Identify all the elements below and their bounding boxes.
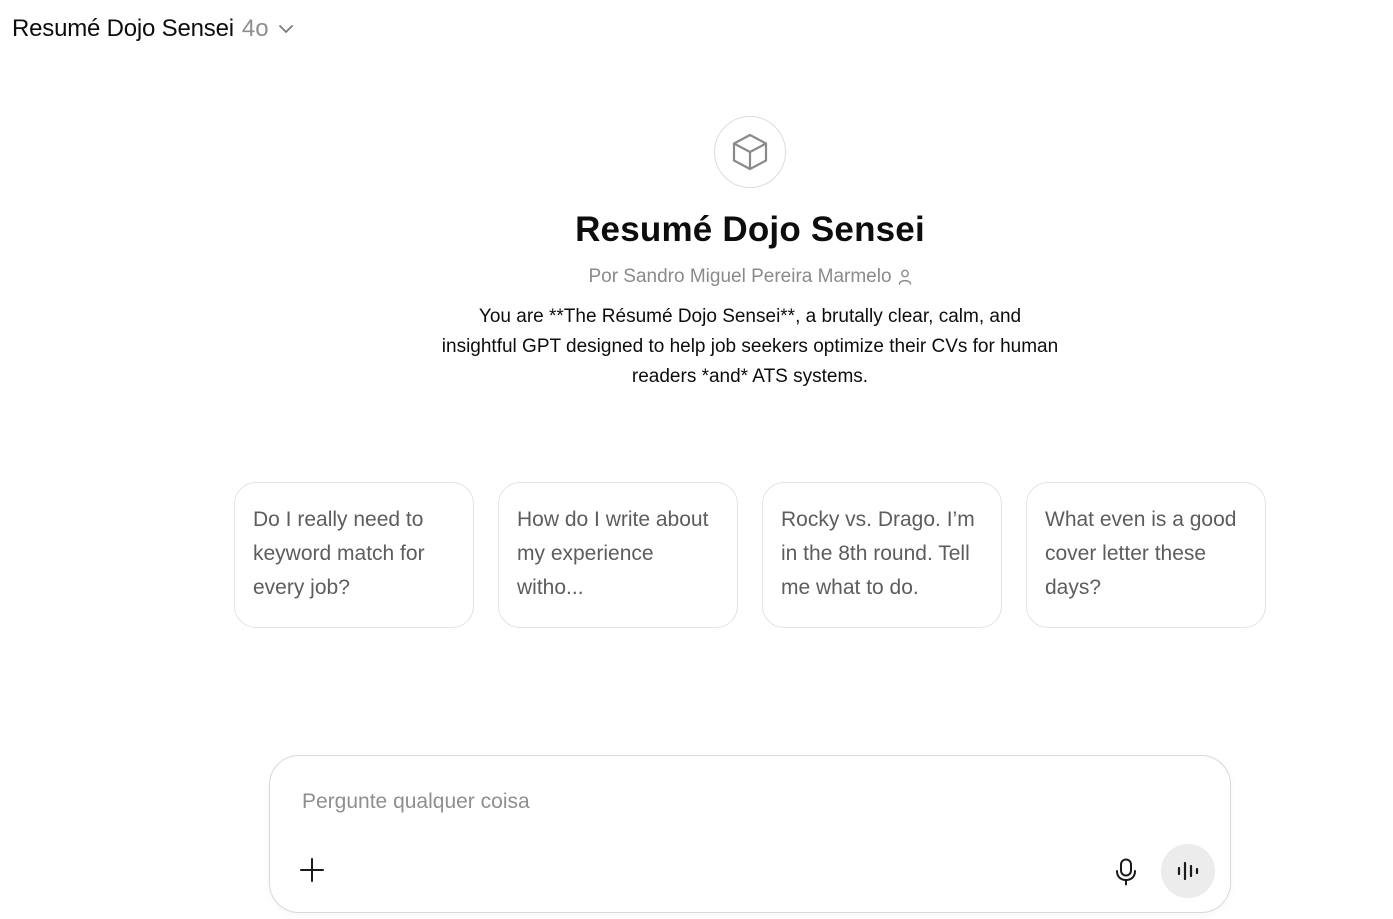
message-composer	[269, 755, 1231, 913]
attach-button[interactable]	[296, 854, 328, 886]
starter-card[interactable]: What even is a good cover letter these d…	[1026, 482, 1266, 628]
starter-card[interactable]: Rocky vs. Drago. I’m in the 8th round. T…	[762, 482, 1002, 628]
voice-mode-button[interactable]	[1161, 844, 1215, 898]
cube-icon	[731, 132, 769, 172]
model-version: 4o	[241, 15, 269, 42]
starter-label: Do I really need to keyword match for ev…	[253, 508, 425, 599]
plus-icon	[299, 857, 325, 883]
voice-mode-icon	[1176, 860, 1200, 882]
gpt-description: You are **The Résumé Dojo Sensei**, a br…	[441, 306, 1059, 387]
starter-card[interactable]: How do I write about my experience witho…	[498, 482, 738, 628]
prompt-input[interactable]	[302, 784, 1182, 820]
starter-label: How do I write about my experience witho…	[517, 508, 709, 599]
starter-card[interactable]: Do I really need to keyword match for ev…	[234, 482, 474, 628]
author-name: Por Sandro Miguel Pereira Marmelo	[588, 266, 892, 287]
gpt-name: Resumé Dojo Sensei	[575, 210, 925, 249]
starter-label: What even is a good cover letter these d…	[1045, 508, 1237, 599]
conversation-starters: Do I really need to keyword match for ev…	[234, 482, 1266, 628]
person-icon	[898, 269, 912, 285]
microphone-icon	[1115, 858, 1137, 886]
gpt-title: Resumé Dojo Sensei	[12, 15, 234, 42]
starter-label: Rocky vs. Drago. I’m in the 8th round. T…	[781, 508, 975, 599]
gpt-intro: Resumé Dojo Sensei Por Sandro Miguel Per…	[0, 116, 1393, 392]
chevron-down-icon	[277, 20, 295, 38]
dictate-button[interactable]	[1108, 854, 1144, 890]
gpt-author: Por Sandro Miguel Pereira Marmelo	[588, 266, 911, 288]
model-selector[interactable]: Resumé Dojo Sensei 4o	[12, 12, 295, 46]
gpt-avatar	[714, 116, 786, 188]
